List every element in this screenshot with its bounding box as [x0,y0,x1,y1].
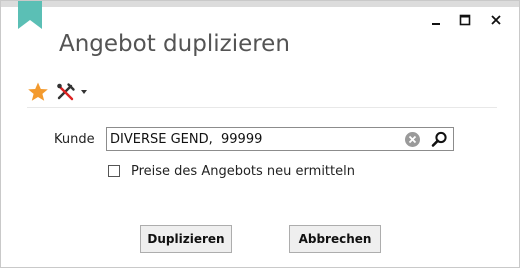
dialog-window: Angebot duplizieren Kunde DIVERSE GEND, … [0,0,520,268]
toolbar-divider [27,107,497,108]
kunde-label: Kunde [54,132,95,147]
close-button[interactable] [487,11,505,29]
tools-icon[interactable] [55,81,77,103]
kunde-field[interactable] [106,127,454,151]
cancel-button[interactable]: Abbrechen [289,225,381,253]
dialog-title: Angebot duplizieren [59,31,290,57]
tools-dropdown-caret-icon[interactable] [81,90,87,94]
minimize-icon [432,23,440,25]
recalc-prices-label[interactable]: Preise des Angebots neu ermitteln [131,164,355,179]
title-strip [1,1,519,7]
close-icon [491,15,501,25]
clear-icon[interactable] [404,131,421,148]
duplicate-button[interactable]: Duplizieren [140,225,232,253]
search-icon[interactable] [431,131,448,148]
kunde-input[interactable] [110,129,395,149]
minimize-button[interactable] [427,11,445,29]
star-icon[interactable] [27,81,49,103]
maximize-icon [459,14,471,26]
bookmark-icon [18,1,42,29]
maximize-button[interactable] [456,11,474,29]
recalc-prices-checkbox[interactable] [108,165,120,177]
